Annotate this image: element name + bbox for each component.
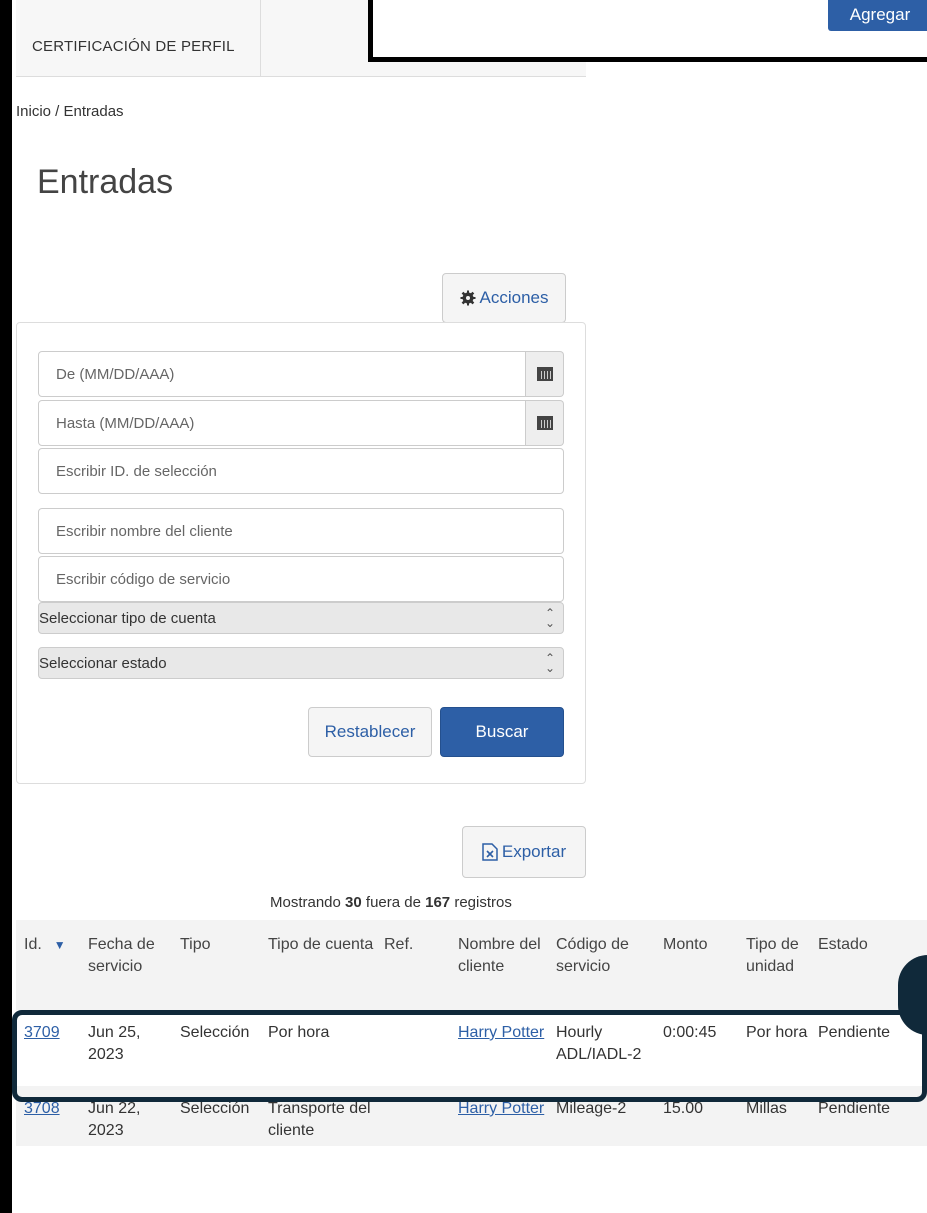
breadcrumb: Inicio / Entradas [16, 103, 124, 120]
column-header-date: Fecha de servicio [88, 936, 155, 975]
status-select[interactable]: Seleccionar estado ⌃ ⌄ [38, 647, 564, 679]
column-header-unit-type: Tipo de unidad [746, 936, 799, 975]
gear-icon [460, 290, 475, 306]
search-button[interactable]: Buscar [440, 707, 564, 757]
updown-chevron-icon: ⌃ ⌄ [544, 651, 555, 675]
actions-label: Acciones [479, 288, 549, 307]
service-code-field[interactable]: Escribir código de servicio [38, 556, 564, 602]
selection-id-field[interactable]: Escribir ID. de selección [38, 448, 564, 494]
export-button[interactable]: Exportar [462, 826, 586, 878]
from-date-picker[interactable] [526, 351, 564, 397]
column-header-id[interactable]: Id. ▼ [24, 934, 84, 956]
column-header-type: Tipo [180, 936, 211, 953]
left-frame-border [0, 0, 12, 1213]
reset-button[interactable]: Restablecer [308, 707, 432, 757]
account-type-select-label: Seleccionar tipo de cuenta [39, 610, 216, 627]
add-button[interactable]: Agregar [828, 0, 927, 31]
account-type-select[interactable]: Seleccionar tipo de cuenta ⌃ ⌄ [38, 602, 564, 634]
status-select-label: Seleccionar estado [39, 655, 167, 672]
column-header-status: Estado [818, 936, 868, 953]
entry-id-link[interactable]: 3708 [24, 1100, 60, 1117]
calendar-icon [536, 416, 553, 430]
to-date-placeholder: Hasta (MM/DD/AAA) [56, 415, 195, 432]
highlight-row-frame [12, 1010, 927, 1102]
page-title: Entradas [37, 163, 174, 201]
client-name-placeholder: Escribir nombre del cliente [56, 523, 233, 540]
callout-box: Agregar [368, 0, 927, 62]
column-header-ref: Ref. [384, 936, 414, 953]
calendar-icon [536, 367, 553, 381]
column-header-account-type: Tipo de cuenta [268, 936, 374, 953]
column-header-client-name: Nombre del cliente [458, 936, 541, 975]
export-label: Exportar [501, 842, 567, 861]
column-header-amount: Monto [663, 936, 708, 953]
excel-file-icon [482, 843, 498, 861]
actions-button[interactable]: Acciones [442, 273, 566, 323]
from-date-placeholder: De (MM/DD/AAA) [56, 366, 175, 383]
sort-desc-icon[interactable]: ▼ [54, 938, 66, 952]
cell-date: Jun 22, 2023 [88, 1100, 141, 1139]
records-count: Mostrando 30 fuera de 167 registros [270, 894, 512, 911]
selection-id-placeholder: Escribir ID. de selección [56, 463, 217, 480]
service-code-placeholder: Escribir código de servicio [56, 571, 231, 588]
to-date-picker[interactable] [526, 400, 564, 446]
tab-profile-certification[interactable]: CERTIFICACIÓN DE PERFIL [16, 0, 261, 76]
cell-account-type: Transporte del cliente [268, 1100, 371, 1139]
column-header-service-code: Código de servicio [556, 936, 629, 975]
client-name-field[interactable]: Escribir nombre del cliente [38, 508, 564, 554]
to-date-field[interactable]: Hasta (MM/DD/AAA) [38, 400, 526, 446]
from-date-field[interactable]: De (MM/DD/AAA) [38, 351, 526, 397]
updown-chevron-icon: ⌃ ⌄ [544, 606, 555, 630]
tab-label: CERTIFICACIÓN DE PERFIL [32, 38, 235, 55]
client-name-link[interactable]: Harry Potter [458, 1100, 544, 1117]
